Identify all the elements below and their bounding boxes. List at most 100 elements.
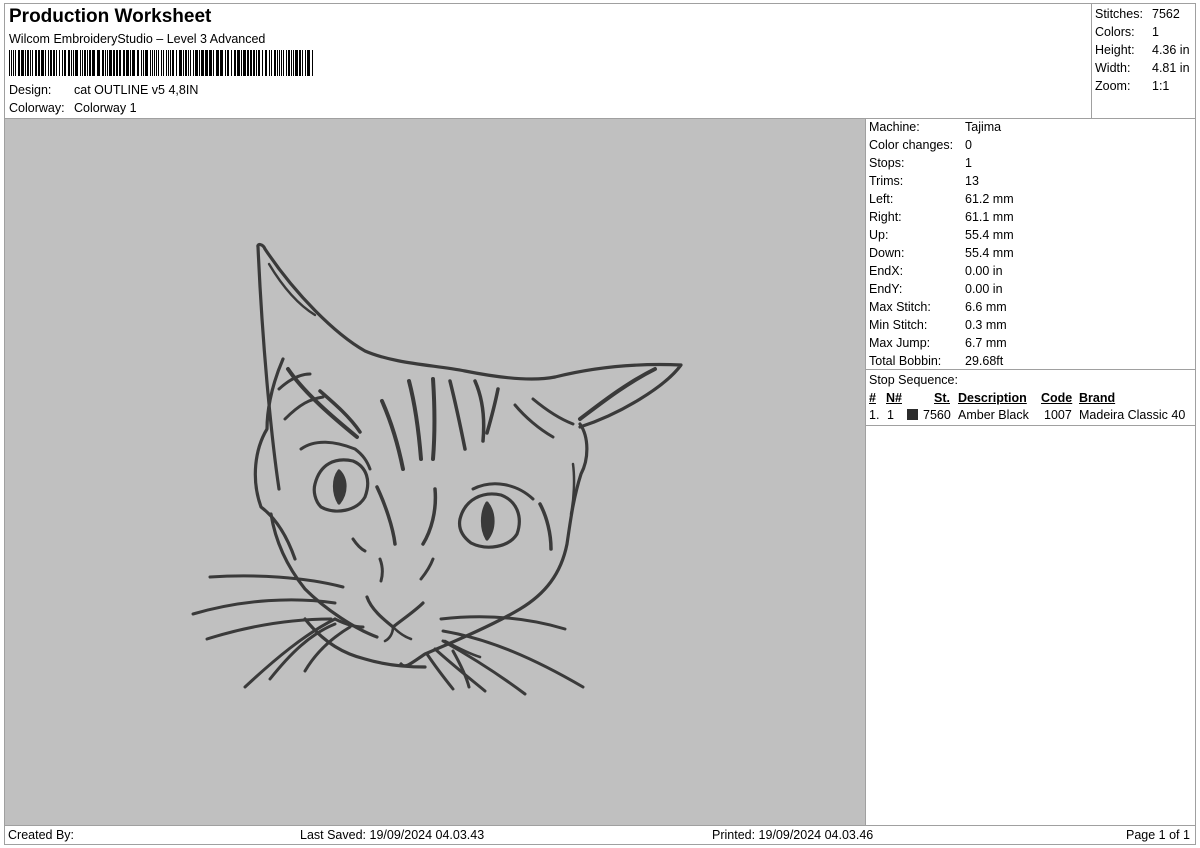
barcode-bar <box>92 50 95 76</box>
barcode-bar <box>116 50 118 76</box>
stat-zoom-value: 1:1 <box>1152 79 1170 93</box>
color-changes-label: Color changes: <box>869 138 954 152</box>
barcode-bar <box>213 50 214 76</box>
barcode-bar <box>281 50 282 76</box>
barcode-bar <box>262 50 263 76</box>
total-bobbin-label: Total Bobbin: <box>869 354 942 368</box>
page-title: Production Worksheet <box>9 6 212 27</box>
barcode-bar <box>170 50 171 76</box>
color-changes-value: 0 <box>965 138 972 152</box>
endx-value: 0.00 in <box>965 264 1003 278</box>
barcode-bar <box>32 50 33 76</box>
barcode-bar <box>199 50 200 76</box>
barcode-bar <box>109 50 112 76</box>
barcode-bar <box>291 50 292 76</box>
row-stitches: 7560 <box>923 408 951 422</box>
barcode-bar <box>84 50 86 76</box>
barcode-bar <box>234 50 236 76</box>
stat-stitches-label: Stitches: <box>1095 7 1143 21</box>
max-stitch-label: Max Stitch: <box>869 300 931 314</box>
barcode-bar <box>75 50 78 76</box>
barcode-bar <box>27 50 29 76</box>
barcode-bar <box>123 50 125 76</box>
barcode-bar <box>243 50 246 76</box>
col-header-brand: Brand <box>1079 391 1116 405</box>
footer-text: Created By: Last Saved: 19/09/2024 04.03… <box>4 826 1196 844</box>
barcode-bar <box>193 50 194 76</box>
barcode-bar <box>80 50 81 76</box>
endx-label: EndX: <box>869 264 904 278</box>
barcode-bar <box>237 50 240 76</box>
barcode-bar <box>302 50 303 76</box>
barcode-bar <box>305 50 306 76</box>
barcode-bar <box>279 50 280 76</box>
barcode-bar <box>68 50 70 76</box>
barcode-bar <box>209 50 212 76</box>
barcode-bar <box>21 50 24 76</box>
stops-label: Stops: <box>869 156 905 170</box>
barcode-bar <box>299 50 301 76</box>
barcode-bar <box>188 50 189 76</box>
barcode-bar <box>161 50 162 76</box>
stat-colors-label: Colors: <box>1095 25 1135 39</box>
row-num: 1. <box>869 408 880 422</box>
barcode-bar <box>89 50 91 76</box>
barcode-bar <box>256 50 257 76</box>
down-label: Down: <box>869 246 905 260</box>
barcode-bar <box>288 50 290 76</box>
machine-value: Tajima <box>965 120 1002 134</box>
barcode-bar <box>105 50 106 76</box>
stat-height-label: Height: <box>1095 43 1135 57</box>
design-canvas <box>4 118 866 826</box>
barcode-bar <box>183 50 184 76</box>
barcode-bar <box>152 50 153 76</box>
col-header-code: Code <box>1041 391 1073 405</box>
row-n: 1 <box>887 408 894 422</box>
max-jump-label: Max Jump: <box>869 336 931 350</box>
left-value: 61.2 mm <box>965 192 1014 206</box>
stop-sequence-title: Stop Sequence: <box>869 373 958 387</box>
barcode-bar <box>231 50 232 76</box>
machine-label: Machine: <box>869 120 920 134</box>
barcode-bar <box>277 50 278 76</box>
barcode-bar <box>205 50 208 76</box>
barcode-bar <box>143 50 144 76</box>
stat-width-label: Width: <box>1095 61 1131 75</box>
barcode-bar <box>137 50 139 76</box>
col-header-n: N# <box>886 391 902 405</box>
stops-value: 1 <box>965 156 972 170</box>
printed-date: Printed: 19/09/2024 04.03.46 <box>712 828 874 842</box>
min-stitch-label: Min Stitch: <box>869 318 928 332</box>
barcode-bar <box>274 50 276 76</box>
software-subtitle: Wilcom EmbroideryStudio – Level 3 Advanc… <box>9 32 266 46</box>
barcode-bar <box>158 50 159 76</box>
col-header-num: # <box>869 391 876 405</box>
colorway-label: Colorway: <box>9 101 65 115</box>
min-stitch-value: 0.3 mm <box>965 318 1007 332</box>
row-brand: Madeira Classic 40 <box>1079 408 1186 422</box>
barcode-bar <box>59 50 60 76</box>
barcode-bar <box>13 50 14 76</box>
design-label: Design: <box>9 83 52 97</box>
trims-value: 13 <box>965 174 979 188</box>
barcode-bar <box>201 50 204 76</box>
last-saved: Last Saved: 19/09/2024 04.03.43 <box>300 828 485 842</box>
barcode-bar <box>50 50 52 76</box>
barcode-bar <box>156 50 157 76</box>
barcode-bar <box>45 50 46 76</box>
barcode-bar <box>253 50 255 76</box>
cat-embroidery-design <box>191 242 683 696</box>
barcode-bar <box>250 50 252 76</box>
barcode-bar <box>258 50 260 76</box>
barcode-bar <box>163 50 164 76</box>
max-jump-value: 6.7 mm <box>965 336 1007 350</box>
table-row: 1. 1 7560 Amber Black 1007 Madeira Class… <box>866 406 1196 424</box>
barcode <box>9 50 313 76</box>
barcode-bar <box>56 50 57 76</box>
barcode-bar <box>179 50 182 76</box>
barcode-bar <box>190 50 191 76</box>
barcode-bar <box>185 50 187 76</box>
barcode-bar <box>150 50 151 76</box>
barcode-bar <box>141 50 142 76</box>
barcode-bar <box>172 50 174 76</box>
